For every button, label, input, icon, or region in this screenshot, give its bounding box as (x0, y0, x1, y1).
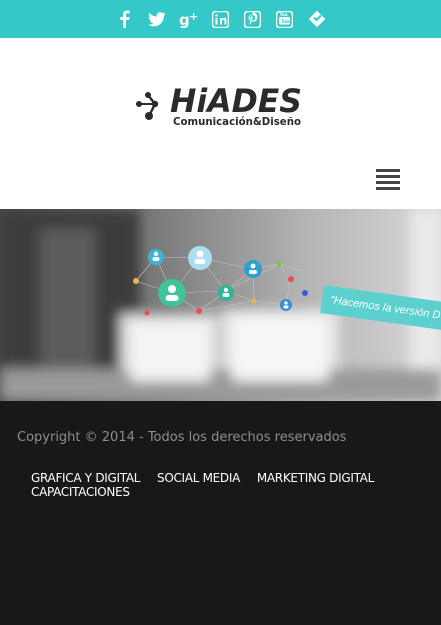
hero-banner: "Hacemos la versión D (0, 209, 441, 401)
social-bar: g + You Tube (0, 0, 441, 38)
site-footer: Copyright © 2014 - Todos los derechos re… (0, 401, 441, 625)
footer-link-grafica-digital[interactable]: GRAFICA Y DIGITAL (31, 471, 140, 485)
footer-link-capacitaciones[interactable]: CAPACITACIONES (31, 485, 130, 499)
svg-text:You: You (279, 12, 288, 17)
twitter-icon[interactable] (147, 9, 167, 29)
facebook-icon[interactable] (115, 9, 135, 29)
footer-link-marketing-digital[interactable]: MARKETING DIGITAL (257, 471, 374, 485)
google-plus-icon[interactable]: g + (179, 9, 199, 29)
logo-tagline: Comunicación&Diseño (173, 115, 301, 128)
svg-text:Tube: Tube (281, 18, 292, 23)
svg-text:+: + (189, 10, 198, 23)
menu-toggle-icon[interactable] (376, 169, 400, 191)
site-header: HiADES Comunicación&Diseño (0, 38, 441, 209)
hiades-logo[interactable]: HiADES Comunicación&Diseño (136, 82, 306, 128)
footer-link-social-media[interactable]: SOCIAL MEDIA (157, 471, 240, 485)
footer-nav: GRAFICA Y DIGITAL SOCIAL MEDIA MARKETING… (31, 471, 411, 499)
copyright-text: Copyright © 2014 - Todos los derechos re… (17, 430, 347, 445)
linkedin-icon[interactable] (211, 9, 231, 29)
pinterest-icon[interactable] (243, 9, 263, 29)
youtube-icon[interactable]: You Tube (275, 9, 295, 29)
foursquare-icon[interactable] (307, 9, 327, 29)
